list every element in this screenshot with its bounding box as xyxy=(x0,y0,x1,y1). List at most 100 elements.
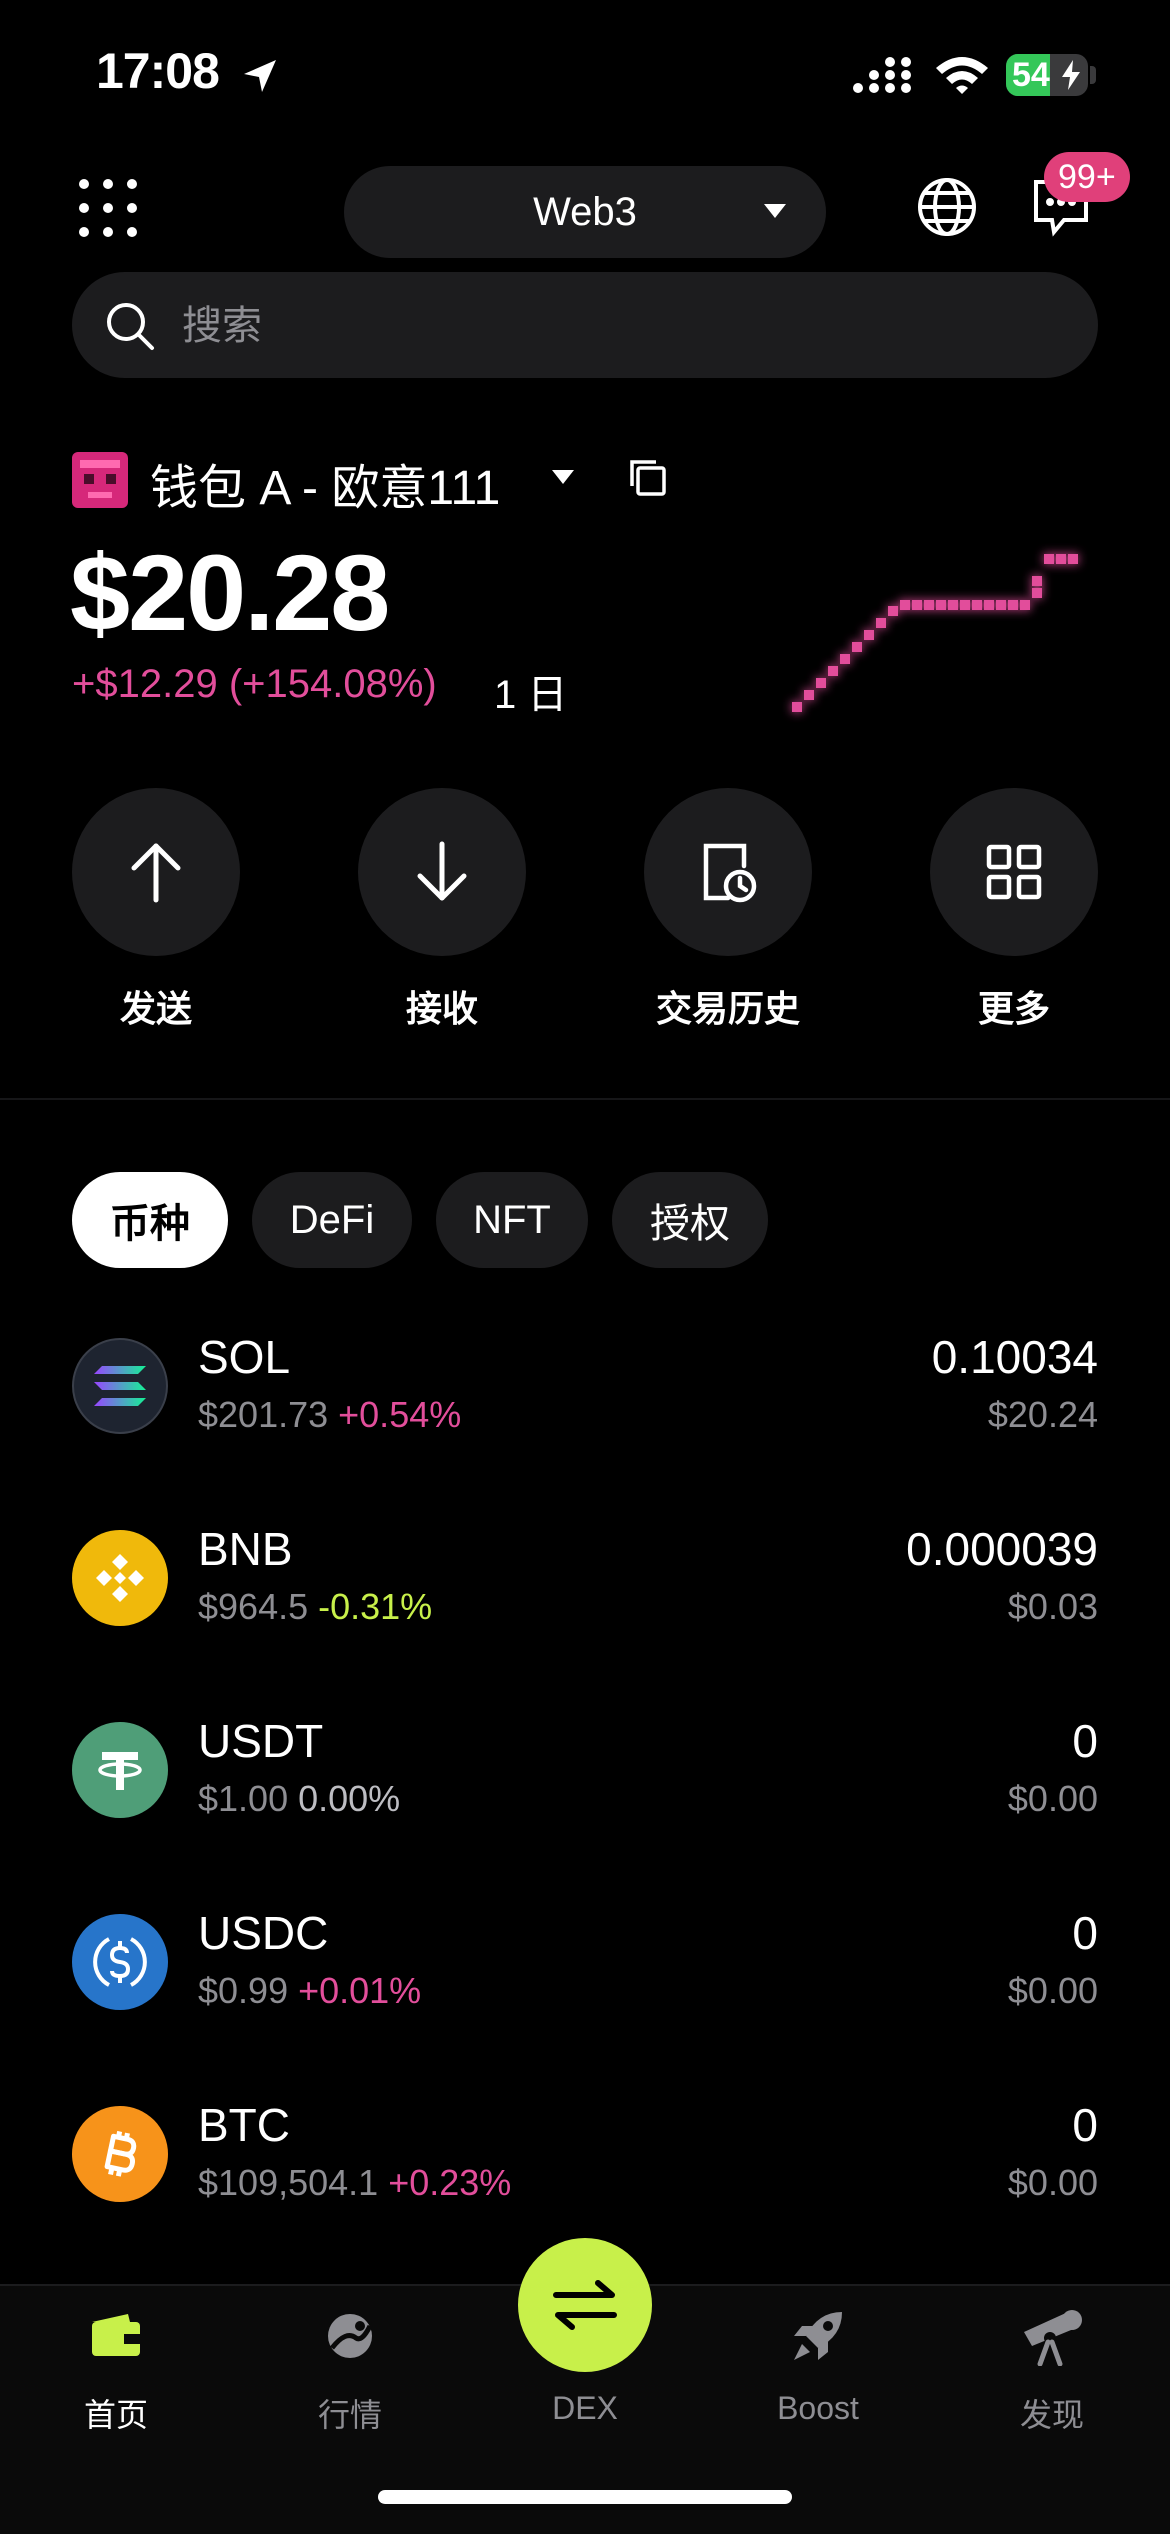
token-price: $0.99 xyxy=(198,1970,289,2011)
section-divider xyxy=(0,1098,1170,1100)
balance-change: +$12.29 (+154.08%) xyxy=(72,662,437,706)
account-mode-selector[interactable]: Web3 xyxy=(344,166,826,258)
tab-nft[interactable]: NFT xyxy=(436,1172,588,1268)
bnb-icon xyxy=(72,1530,168,1626)
token-value: $0.03 xyxy=(1007,1586,1098,1627)
token-symbol: BNB xyxy=(198,1523,293,1575)
nav-home-label: 首页 xyxy=(83,2397,148,2433)
token-row-usdc[interactable]: USDC $0.99 +0.01% 0 $0.00 xyxy=(72,1906,1098,2026)
nav-market[interactable]: 行情 xyxy=(250,2300,450,2436)
token-value: $0.00 xyxy=(1007,2162,1098,2203)
send-action[interactable]: 发送 xyxy=(72,788,240,1032)
token-row-bnb[interactable]: BNB $964.5 -0.31% 0.000039 $0.03 xyxy=(72,1522,1098,1642)
token-price-line: $1.00 0.00% xyxy=(198,1778,400,1820)
arrow-down-icon xyxy=(417,841,467,901)
balance-sparkline xyxy=(780,540,1100,735)
token-amount: 0.000039 xyxy=(906,1523,1098,1575)
token-change: 0.00% xyxy=(298,1778,401,1819)
market-icon xyxy=(250,2300,450,2372)
search-icon xyxy=(104,300,156,357)
receive-button[interactable] xyxy=(358,788,526,956)
dex-swap-button[interactable] xyxy=(518,2238,652,2372)
token-symbol: BTC xyxy=(198,2099,290,2151)
nav-discover-label: 发现 xyxy=(1019,2397,1084,2433)
token-amount: 0 xyxy=(1072,1907,1098,1959)
copy-icon[interactable] xyxy=(628,458,668,503)
token-price: $964.5 xyxy=(198,1586,309,1627)
receive-label: 接收 xyxy=(405,988,478,1029)
history-button[interactable] xyxy=(644,788,812,956)
nav-boost-label: Boost xyxy=(777,2390,859,2426)
apps-grid-icon[interactable] xyxy=(78,178,138,238)
token-price: $109,504.1 xyxy=(198,2162,379,2203)
swap-icon xyxy=(553,2280,617,2330)
cellular-signal-icon xyxy=(852,56,916,101)
battery-percent: 54 xyxy=(1012,56,1050,94)
nav-dex-label: DEX xyxy=(552,2390,618,2426)
caret-down-icon xyxy=(764,204,786,223)
wallet-icon xyxy=(16,2300,216,2372)
search-bar[interactable] xyxy=(72,272,1098,378)
token-row-sol[interactable]: SOL $201.73 +0.54% 0.10034 $20.24 xyxy=(72,1330,1098,1450)
globe-icon[interactable] xyxy=(916,176,978,243)
tab-approvals[interactable]: 授权 xyxy=(612,1172,768,1268)
nav-boost[interactable]: Boost xyxy=(718,2300,918,2427)
battery-cap xyxy=(1090,66,1096,84)
arrow-up-icon xyxy=(131,843,181,903)
battery-indicator: 54 xyxy=(1006,54,1088,96)
send-button[interactable] xyxy=(72,788,240,956)
solana-icon xyxy=(72,1338,168,1434)
charging-bolt-icon xyxy=(1060,60,1082,95)
token-change: +0.23% xyxy=(388,2162,512,2203)
wallet-name[interactable]: 钱包 A - 欧意111 xyxy=(150,448,500,518)
token-symbol: USDC xyxy=(198,1907,329,1959)
telescope-icon xyxy=(952,2300,1152,2372)
token-symbol: SOL xyxy=(198,1331,291,1383)
token-price: $201.73 xyxy=(198,1394,329,1435)
tether-icon xyxy=(72,1722,168,1818)
token-value: $20.24 xyxy=(987,1394,1098,1435)
more-action[interactable]: 更多 xyxy=(930,788,1098,1032)
token-change: -0.31% xyxy=(318,1586,433,1627)
token-price-line: $964.5 -0.31% xyxy=(198,1586,432,1628)
nav-discover[interactable]: 发现 xyxy=(952,2300,1152,2436)
nav-home[interactable]: 首页 xyxy=(16,2300,216,2436)
rocket-icon xyxy=(718,2300,918,2372)
send-label: 发送 xyxy=(119,988,192,1029)
token-price-line: $109,504.1 +0.23% xyxy=(198,2162,511,2204)
receive-action[interactable]: 接收 xyxy=(358,788,526,1032)
token-value: $0.00 xyxy=(1007,1778,1098,1819)
wallet-avatar xyxy=(72,452,128,508)
bitcoin-icon xyxy=(72,2106,168,2202)
token-price: $1.00 xyxy=(198,1778,289,1819)
tab-tokens[interactable]: 币种 xyxy=(72,1172,228,1268)
token-price-line: $0.99 +0.01% xyxy=(198,1970,421,2012)
usdc-icon xyxy=(72,1914,168,2010)
notification-badge: 99+ xyxy=(1044,152,1130,202)
token-value: $0.00 xyxy=(1007,1970,1098,2011)
more-button[interactable] xyxy=(930,788,1098,956)
tab-defi[interactable]: DeFi xyxy=(252,1172,412,1268)
caret-down-icon[interactable] xyxy=(552,470,574,489)
token-symbol: USDT xyxy=(198,1715,324,1767)
token-amount: 0 xyxy=(1072,1715,1098,1767)
status-time: 17:08 xyxy=(96,43,220,99)
more-label: 更多 xyxy=(977,988,1050,1029)
home-indicator[interactable] xyxy=(378,2490,792,2504)
history-icon xyxy=(703,843,757,903)
history-action[interactable]: 交易历史 xyxy=(644,788,812,1032)
token-change: +0.01% xyxy=(298,1970,422,2011)
token-row-usdt[interactable]: USDT $1.00 0.00% 0 $0.00 xyxy=(72,1714,1098,1834)
history-label: 交易历史 xyxy=(655,988,800,1029)
period-selector[interactable]: 1 日 xyxy=(494,662,567,720)
wallet-balance: $20.28 xyxy=(70,532,390,653)
location-arrow-icon xyxy=(240,56,280,101)
search-input[interactable] xyxy=(180,292,1064,360)
token-change: +0.54% xyxy=(338,1394,462,1435)
nav-market-label: 行情 xyxy=(317,2397,382,2433)
account-mode-label: Web3 xyxy=(533,189,637,234)
wifi-icon xyxy=(932,54,992,103)
token-amount: 0 xyxy=(1072,2099,1098,2151)
token-amount: 0.10034 xyxy=(931,1331,1098,1383)
token-row-btc[interactable]: BTC $109,504.1 +0.23% 0 $0.00 xyxy=(72,2098,1098,2218)
